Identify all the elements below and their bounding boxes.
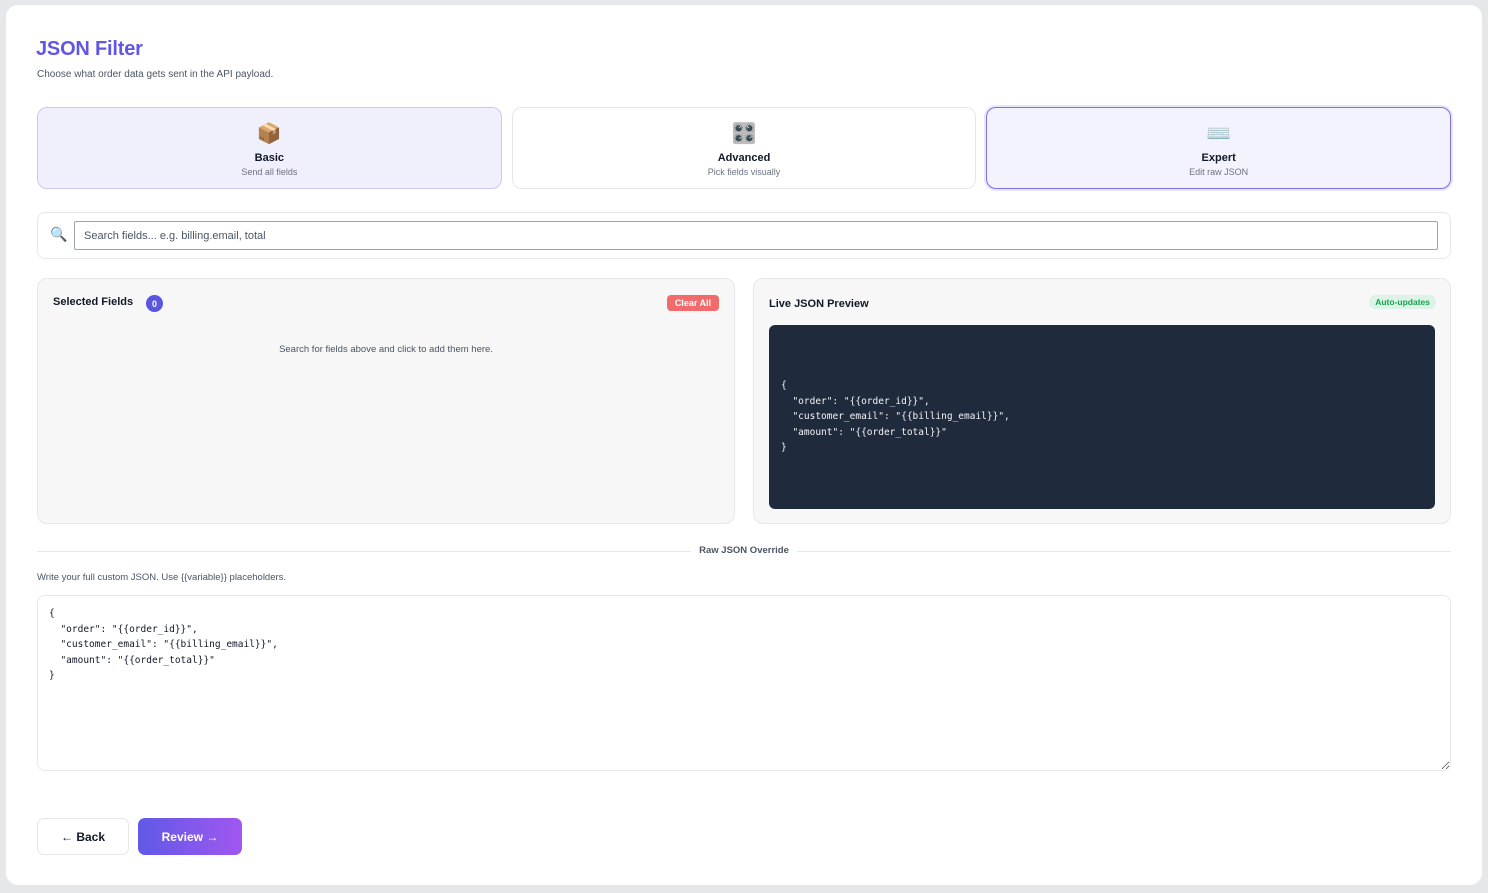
mode-expert-description: Edit raw JSON: [1189, 167, 1249, 177]
review-button[interactable]: Review →: [138, 818, 242, 855]
package-icon: 📦: [256, 123, 282, 145]
mode-advanced-description: Pick fields visually: [707, 167, 781, 177]
mode-expert-label: Expert: [1201, 152, 1236, 164]
json-preview-code: { "order": "{{order_id}}", "customer_ema…: [769, 325, 1435, 509]
mode-selector: 📦 Basic Send all fields 🎛️ Advanced Pick…: [37, 107, 1452, 189]
selected-fields-panel: Selected Fields 0 Clear All Search for f…: [37, 278, 735, 524]
mode-basic-description: Send all fields: [241, 167, 298, 177]
live-preview-title: Live JSON Preview: [769, 298, 869, 310]
empty-state-message: Search for fields above and click to add…: [279, 344, 493, 355]
mode-expert[interactable]: ⌨️ Expert Edit raw JSON: [986, 107, 1452, 189]
page-title: JSON Filter: [36, 38, 143, 60]
selected-fields-title: Selected Fields: [53, 296, 134, 308]
raw-override-label: Raw JSON Override: [691, 545, 797, 556]
raw-override-help: Write your full custom JSON. Use {{varia…: [37, 572, 287, 583]
selected-count-badge: 0: [146, 295, 163, 312]
live-preview-panel: Live JSON Preview Auto-updates { "order"…: [753, 278, 1451, 524]
mode-advanced[interactable]: 🎛️ Advanced Pick fields visually: [511, 107, 977, 189]
search-icon: 🔍: [50, 226, 68, 242]
mode-basic[interactable]: 📦 Basic Send all fields: [37, 107, 502, 189]
grid-icon: 🎛️: [731, 123, 757, 145]
clear-all-button[interactable]: Clear All: [666, 295, 719, 311]
auto-updates-badge: Auto-updates: [1369, 295, 1436, 309]
mode-advanced-label: Advanced: [717, 152, 771, 164]
back-button[interactable]: ← Back: [37, 818, 129, 855]
mode-basic-label: Basic: [254, 152, 285, 164]
raw-json-textarea[interactable]: [37, 595, 1451, 771]
search-input[interactable]: [74, 221, 1438, 250]
json-filter-card: JSON Filter Choose what order data gets …: [6, 5, 1482, 885]
keyboard-icon: ⌨️: [1206, 123, 1232, 145]
search-bar: 🔍: [37, 212, 1451, 259]
page-subtitle: Choose what order data gets sent in the …: [37, 69, 274, 80]
